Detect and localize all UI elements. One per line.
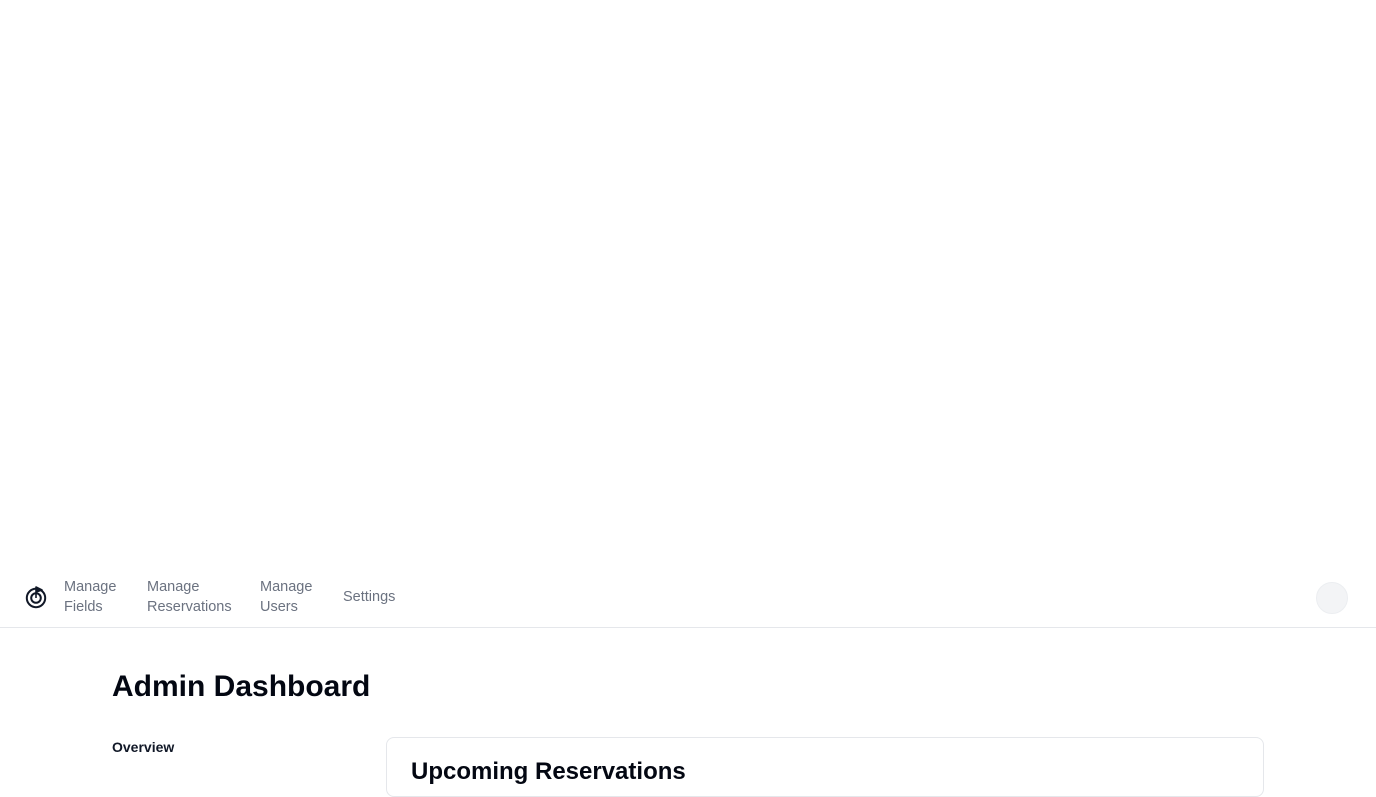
page-blank-area bbox=[0, 0, 1376, 566]
logo-icon[interactable] bbox=[24, 585, 48, 609]
nav-label-line2: Fields bbox=[64, 599, 103, 615]
nav-label-line1: Manage bbox=[147, 579, 200, 595]
upcoming-reservations-card: Upcoming Reservations bbox=[386, 737, 1264, 797]
nav-label-line2: Users bbox=[260, 599, 298, 615]
top-navbar: Manage Fields Manage Reservations Manage… bbox=[0, 566, 1376, 628]
nav-label-line1: Manage bbox=[260, 579, 313, 595]
nav-manage-fields[interactable]: Manage Fields bbox=[64, 577, 116, 617]
nav-manage-users[interactable]: Manage Users bbox=[260, 577, 312, 617]
page-title: Admin Dashboard bbox=[112, 670, 371, 703]
card-title: Upcoming Reservations bbox=[411, 758, 686, 785]
nav-manage-reservations[interactable]: Manage Reservations bbox=[147, 577, 232, 617]
sidebar-item-overview[interactable]: Overview bbox=[112, 738, 174, 756]
nav-label-line2: Reservations bbox=[147, 599, 232, 615]
user-avatar[interactable] bbox=[1316, 582, 1348, 614]
nav-settings[interactable]: Settings bbox=[343, 587, 395, 607]
nav-label-line1: Manage bbox=[64, 579, 117, 595]
